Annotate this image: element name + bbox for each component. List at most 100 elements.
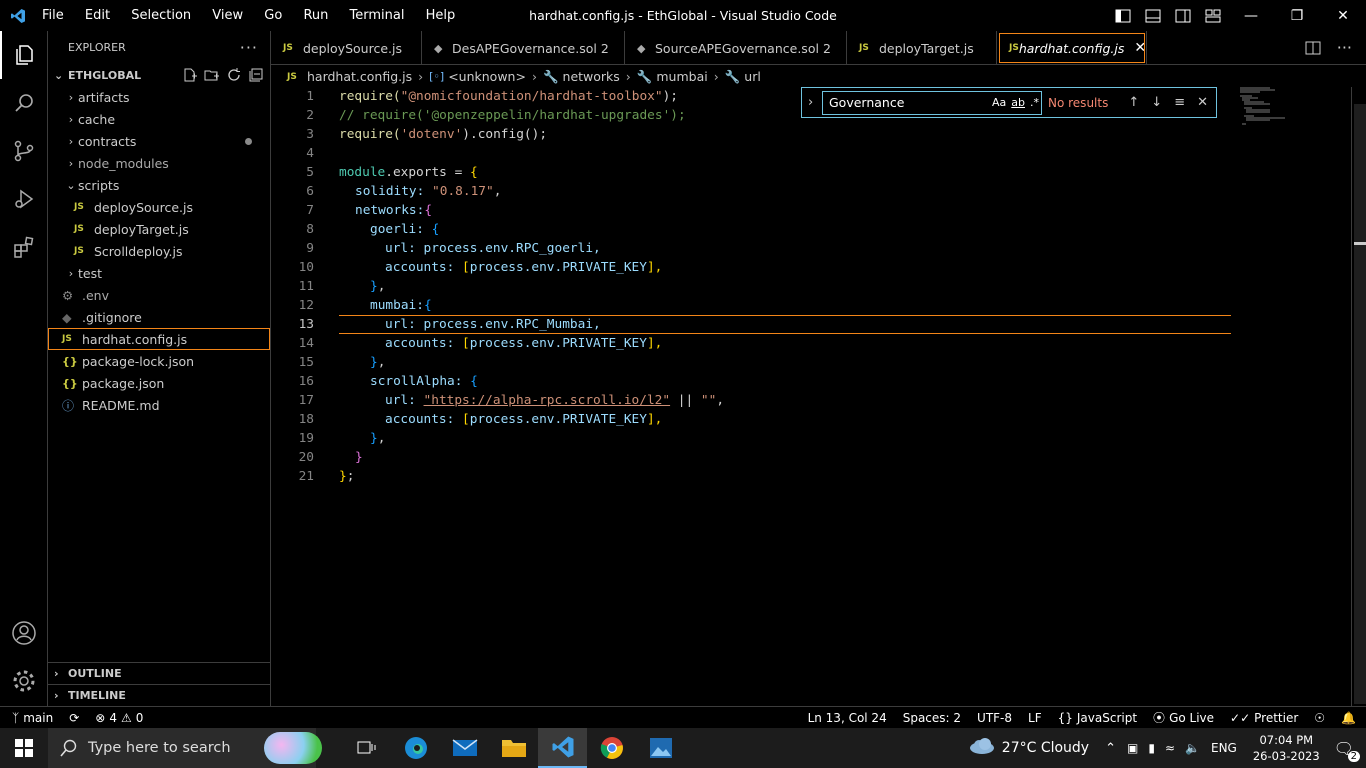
file-explorer-icon[interactable] bbox=[489, 728, 538, 768]
tree-file-package-lock[interactable]: {} package-lock.json bbox=[48, 350, 270, 372]
new-folder-icon[interactable] bbox=[204, 67, 220, 83]
windows-start-icon[interactable] bbox=[0, 728, 48, 768]
tree-folder-scripts[interactable]: ⌄ scripts bbox=[48, 174, 270, 196]
menu-go[interactable]: Go bbox=[262, 8, 284, 23]
vertical-scrollbar[interactable] bbox=[1351, 87, 1366, 706]
use-regex-button[interactable]: .* bbox=[1030, 96, 1039, 109]
accounts-icon[interactable] bbox=[0, 609, 48, 657]
menu-terminal[interactable]: Terminal bbox=[348, 8, 407, 23]
eol-status[interactable]: LF bbox=[1020, 711, 1050, 725]
language-indicator[interactable]: ENG bbox=[1211, 741, 1237, 755]
feedback-icon[interactable]: ☉ bbox=[1306, 711, 1333, 725]
refresh-icon[interactable] bbox=[226, 67, 242, 83]
go-live-button[interactable]: ⦿ Go Live bbox=[1145, 709, 1222, 726]
tree-file-deploytarget[interactable]: JS deployTarget.js bbox=[48, 218, 270, 240]
previous-match-icon[interactable]: ↑ bbox=[1128, 95, 1139, 110]
timeline-section[interactable]: › TIMELINE bbox=[48, 684, 271, 706]
restore-button[interactable]: ❐ bbox=[1274, 0, 1320, 31]
tree-folder-cache[interactable]: › cache bbox=[48, 108, 270, 130]
tree-file-env[interactable]: ⚙ .env bbox=[48, 284, 270, 306]
edge-browser-icon[interactable] bbox=[391, 728, 440, 768]
breadcrumb-networks[interactable]: networks bbox=[563, 69, 620, 84]
run-debug-icon[interactable] bbox=[0, 175, 48, 223]
tree-file-readme[interactable]: ⓘ README.md bbox=[48, 394, 270, 416]
menu-file[interactable]: File bbox=[40, 8, 66, 23]
tab-deploysource[interactable]: JS deploySource.js bbox=[271, 31, 422, 65]
prettier-status[interactable]: ✓✓ Prettier bbox=[1222, 711, 1306, 725]
close-find-icon[interactable]: ✕ bbox=[1197, 95, 1208, 110]
minimap[interactable] bbox=[1240, 87, 1300, 127]
toggle-primary-sidebar-icon[interactable] bbox=[1108, 9, 1138, 23]
sync-icon[interactable]: ⟳ bbox=[61, 711, 87, 725]
problems-status[interactable]: ⊗ 4 ⚠ 0 bbox=[87, 711, 151, 725]
tab-desapegovernance[interactable]: ◆ DesAPEGovernance.sol 2 bbox=[422, 31, 625, 65]
wifi-icon[interactable]: ≈ bbox=[1165, 741, 1175, 755]
find-in-selection-icon[interactable]: ≡ bbox=[1174, 95, 1185, 110]
customize-layout-icon[interactable] bbox=[1198, 9, 1228, 23]
tree-folder-test[interactable]: › test bbox=[48, 262, 270, 284]
split-editor-icon[interactable] bbox=[1305, 40, 1321, 56]
menu-run[interactable]: Run bbox=[301, 8, 330, 23]
tree-folder-contracts[interactable]: › contracts bbox=[48, 130, 270, 152]
code-editor[interactable]: 1 require("@nomicfoundation/hardhat-toolb… bbox=[271, 87, 1351, 706]
volume-icon[interactable]: 🔈 bbox=[1185, 741, 1200, 755]
tree-file-gitignore[interactable]: ◆ .gitignore bbox=[48, 306, 270, 328]
cloudy-weather-icon[interactable] bbox=[968, 737, 996, 759]
taskbar-search-box[interactable]: Type here to search bbox=[48, 728, 322, 768]
weather-text[interactable]: 27°C Cloudy bbox=[1002, 740, 1089, 756]
editor-more-actions-icon[interactable]: ··· bbox=[1337, 38, 1352, 57]
tree-file-scrolldeploy[interactable]: JS Scrolldeploy.js bbox=[48, 240, 270, 262]
breadcrumb-url[interactable]: url bbox=[744, 69, 761, 84]
more-actions-icon[interactable]: ··· bbox=[240, 38, 258, 57]
toggle-secondary-sidebar-icon[interactable] bbox=[1168, 9, 1198, 23]
menu-view[interactable]: View bbox=[210, 8, 245, 23]
vscode-taskbar-icon[interactable] bbox=[538, 728, 587, 768]
breadcrumb-file[interactable]: hardhat.config.js bbox=[307, 69, 412, 84]
search-icon[interactable] bbox=[0, 79, 48, 127]
match-whole-word-button[interactable]: ab bbox=[1011, 96, 1025, 109]
chrome-icon[interactable] bbox=[587, 728, 636, 768]
settings-gear-icon[interactable] bbox=[0, 657, 48, 705]
minimize-button[interactable]: — bbox=[1228, 0, 1274, 31]
notifications-bell-icon[interactable]: 🔔 bbox=[1333, 711, 1366, 725]
new-file-icon[interactable] bbox=[182, 67, 198, 83]
workspace-folder[interactable]: ⌄ ETHGLOBAL bbox=[48, 64, 270, 86]
breadcrumb-mumbai[interactable]: mumbai bbox=[656, 69, 707, 84]
tree-file-package[interactable]: {} package.json bbox=[48, 372, 270, 394]
outline-section[interactable]: › OUTLINE bbox=[48, 662, 271, 684]
menu-selection[interactable]: Selection bbox=[129, 8, 193, 23]
tree-folder-artifacts[interactable]: › artifacts bbox=[48, 86, 270, 108]
language-mode[interactable]: {} JavaScript bbox=[1050, 711, 1145, 725]
close-tab-icon[interactable]: ✕ bbox=[1134, 40, 1146, 56]
tree-file-deploysource[interactable]: JS deploySource.js bbox=[48, 196, 270, 218]
menu-edit[interactable]: Edit bbox=[83, 8, 112, 23]
tree-folder-node-modules[interactable]: › node_modules bbox=[48, 152, 270, 174]
clock[interactable]: 07:04 PM 26-03-2023 bbox=[1253, 732, 1320, 764]
branch-status[interactable]: ᛉ main bbox=[0, 711, 61, 725]
network-tray-icon[interactable]: ▣ bbox=[1127, 741, 1138, 755]
indentation-status[interactable]: Spaces: 2 bbox=[895, 711, 969, 725]
explorer-icon[interactable] bbox=[0, 31, 48, 79]
find-input[interactable]: Governance Aa ab .* bbox=[822, 90, 1042, 115]
chevron-up-icon[interactable]: ⌃ bbox=[1105, 741, 1116, 756]
mail-icon[interactable] bbox=[440, 728, 489, 768]
encoding-status[interactable]: UTF-8 bbox=[969, 711, 1020, 725]
match-case-button[interactable]: Aa bbox=[992, 96, 1006, 109]
source-control-icon[interactable] bbox=[0, 127, 48, 175]
toggle-panel-icon[interactable] bbox=[1138, 9, 1168, 23]
tab-deploytarget[interactable]: JS deployTarget.js bbox=[847, 31, 997, 65]
next-match-icon[interactable]: ↓ bbox=[1151, 95, 1162, 110]
tree-file-hardhat-config[interactable]: JS hardhat.config.js bbox=[48, 328, 270, 350]
extensions-icon[interactable] bbox=[0, 223, 48, 271]
battery-icon[interactable]: ▮ bbox=[1148, 741, 1155, 755]
tab-sourceapegovernance[interactable]: ◆ SourceAPEGovernance.sol 2 bbox=[625, 31, 847, 65]
notification-center-icon[interactable]: 🗨 2 bbox=[1334, 739, 1360, 762]
menu-help[interactable]: Help bbox=[424, 8, 458, 23]
task-view-icon[interactable] bbox=[342, 728, 391, 768]
tab-hardhat-config[interactable]: JS hardhat.config.js ✕ bbox=[997, 31, 1147, 65]
cursor-position[interactable]: Ln 13, Col 24 bbox=[800, 711, 895, 725]
collapse-all-icon[interactable] bbox=[248, 67, 264, 83]
toggle-replace-chevron-icon[interactable]: › bbox=[808, 95, 813, 110]
photos-icon[interactable] bbox=[636, 728, 685, 768]
breadcrumb-unknown[interactable]: <unknown> bbox=[448, 69, 526, 84]
